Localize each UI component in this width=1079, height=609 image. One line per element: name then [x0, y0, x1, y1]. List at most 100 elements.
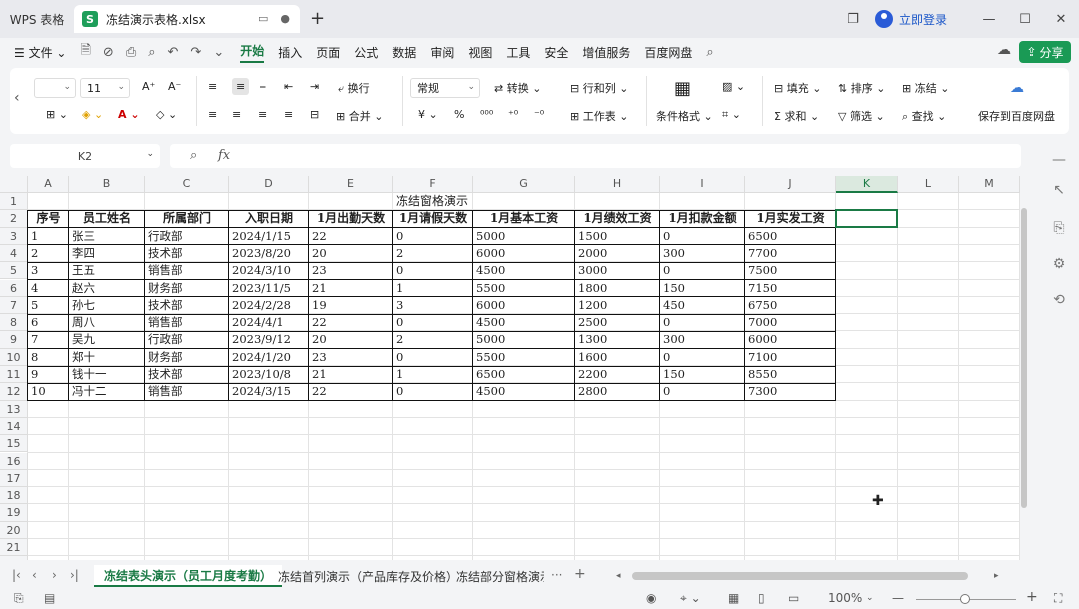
- column-header[interactable]: D: [229, 176, 309, 193]
- table-cell[interactable]: 7150: [745, 280, 836, 297]
- minimize-icon[interactable]: —: [971, 12, 1007, 27]
- layout-icon[interactable]: ❐: [839, 12, 867, 27]
- save-baidu-button[interactable]: 保存到百度网盘: [978, 108, 1055, 124]
- conditional-format-button[interactable]: 条件格式 ⌄: [656, 108, 713, 124]
- table-cell[interactable]: 7300: [745, 383, 836, 400]
- sum-button[interactable]: Σ 求和 ⌄: [774, 108, 819, 124]
- table-cell[interactable]: 王五: [69, 262, 145, 279]
- page-break-view-icon[interactable]: ▭: [788, 591, 799, 605]
- row-header[interactable]: 12: [0, 383, 28, 401]
- zoom-out-icon[interactable]: —: [892, 591, 904, 605]
- row-header[interactable]: 19: [0, 504, 28, 522]
- align-left-icon[interactable]: ≡: [208, 108, 217, 121]
- table-cell[interactable]: 吴九: [69, 331, 145, 348]
- cloud-icon[interactable]: ☁: [997, 42, 1011, 58]
- table-cell[interactable]: 1: [28, 228, 69, 245]
- table-cell[interactable]: 7700: [745, 245, 836, 262]
- column-header[interactable]: I: [660, 176, 745, 193]
- link-icon[interactable]: ⊘: [103, 45, 114, 60]
- table-cell[interactable]: 2000: [575, 245, 660, 262]
- table-cell[interactable]: 0: [393, 262, 473, 279]
- table-cell[interactable]: 2023/9/12: [229, 331, 309, 348]
- row-header[interactable]: 6: [0, 279, 28, 297]
- filter-button[interactable]: ▽ 筛选 ⌄: [838, 108, 885, 124]
- row-header[interactable]: 11: [0, 366, 28, 384]
- table-cell[interactable]: 技术部: [145, 245, 229, 262]
- normal-view-icon[interactable]: ▦: [728, 591, 739, 605]
- table-cell[interactable]: 2: [393, 245, 473, 262]
- file-menu[interactable]: ☰ 文件 ⌄: [14, 44, 66, 61]
- distribute-icon[interactable]: ⊟: [310, 108, 319, 121]
- row-header[interactable]: 9: [0, 331, 28, 349]
- row-header[interactable]: 15: [0, 435, 28, 453]
- table-cell[interactable]: 6500: [473, 366, 575, 383]
- menu-item-tools[interactable]: 工具: [506, 44, 530, 61]
- table-cell[interactable]: 郑十: [69, 349, 145, 366]
- table-cell[interactable]: 22: [309, 228, 393, 245]
- vertical-scroll-thumb[interactable]: [1021, 208, 1027, 508]
- focus-mode-icon[interactable]: ⌖ ⌄: [680, 591, 701, 606]
- menu-item-baidu-disk[interactable]: 百度网盘: [644, 44, 692, 61]
- table-cell[interactable]: 20: [309, 245, 393, 262]
- table-cell[interactable]: 7: [28, 331, 69, 348]
- clear-icon[interactable]: ◇ ⌄: [156, 108, 177, 121]
- fx-icon[interactable]: fx: [218, 148, 230, 163]
- currency-icon[interactable]: ¥ ⌄: [418, 108, 438, 121]
- chevron-left-icon[interactable]: ‹: [14, 90, 28, 116]
- table-cell[interactable]: 5500: [473, 349, 575, 366]
- row-header[interactable]: 8: [0, 314, 28, 332]
- align-center-icon[interactable]: ≡: [232, 108, 241, 121]
- table-cell[interactable]: 2200: [575, 366, 660, 383]
- table-cell[interactable]: 22: [309, 314, 393, 331]
- table-cell[interactable]: 技术部: [145, 297, 229, 314]
- increase-font-icon[interactable]: A⁺: [142, 80, 155, 93]
- row-header[interactable]: 21: [0, 539, 28, 557]
- table-header-cell[interactable]: 入职日期: [229, 210, 309, 227]
- maximize-icon[interactable]: ☐: [1007, 12, 1043, 27]
- table-cell[interactable]: 0: [660, 314, 745, 331]
- row-header[interactable]: 18: [0, 487, 28, 505]
- table-cell[interactable]: 450: [660, 297, 745, 314]
- row-header[interactable]: 1: [0, 193, 28, 211]
- first-sheet-icon[interactable]: |‹: [12, 568, 21, 582]
- table-cell[interactable]: 赵六: [69, 280, 145, 297]
- table-header-cell[interactable]: 1月出勤天数: [309, 210, 393, 227]
- table-cell[interactable]: 孙七: [69, 297, 145, 314]
- zoom-dropdown-icon[interactable]: ⌄: [866, 593, 874, 603]
- column-header[interactable]: L: [898, 176, 959, 193]
- align-right-icon[interactable]: ≡: [258, 108, 267, 121]
- table-cell[interactable]: 23: [309, 349, 393, 366]
- table-cell[interactable]: 3000: [575, 262, 660, 279]
- table-cell[interactable]: 150: [660, 366, 745, 383]
- table-cell[interactable]: 20: [309, 331, 393, 348]
- table-cell[interactable]: 1300: [575, 331, 660, 348]
- row-header[interactable]: 10: [0, 348, 28, 366]
- indent-decrease-icon[interactable]: ⇤: [284, 80, 293, 93]
- table-cell[interactable]: 6750: [745, 297, 836, 314]
- table-cell[interactable]: 6000: [473, 245, 575, 262]
- column-header[interactable]: H: [575, 176, 660, 193]
- selected-cell[interactable]: [835, 209, 898, 228]
- indent-increase-icon[interactable]: ⇥: [310, 80, 319, 93]
- table-cell[interactable]: 0: [393, 228, 473, 245]
- column-header[interactable]: J: [745, 176, 836, 193]
- fill-button[interactable]: ⊟ 填充 ⌄: [774, 80, 821, 96]
- decimal-increase-icon[interactable]: ⁺⁰: [508, 108, 518, 121]
- column-header[interactable]: E: [309, 176, 393, 193]
- table-cell[interactable]: 2023/11/5: [229, 280, 309, 297]
- merge-button[interactable]: ⊞ 合并 ⌄: [336, 108, 383, 124]
- table-cell[interactable]: 8550: [745, 366, 836, 383]
- convert-button[interactable]: ⇄ 转换 ⌄: [494, 80, 541, 96]
- row-header[interactable]: 3: [0, 227, 28, 245]
- table-cell[interactable]: 2: [393, 331, 473, 348]
- find-button[interactable]: ⌕ 查找 ⌄: [902, 108, 946, 124]
- table-cell[interactable]: 李四: [69, 245, 145, 262]
- select-all-corner[interactable]: [0, 176, 28, 193]
- more-sheets-button[interactable]: ···: [551, 568, 562, 582]
- number-format-select[interactable]: 常规 ⌄: [410, 78, 480, 98]
- save-icon[interactable]: 🗎: [80, 41, 90, 63]
- table-cell[interactable]: 1: [393, 280, 473, 297]
- table-cell[interactable]: 8: [28, 349, 69, 366]
- table-cell[interactable]: 0: [393, 314, 473, 331]
- table-cell[interactable]: 7000: [745, 314, 836, 331]
